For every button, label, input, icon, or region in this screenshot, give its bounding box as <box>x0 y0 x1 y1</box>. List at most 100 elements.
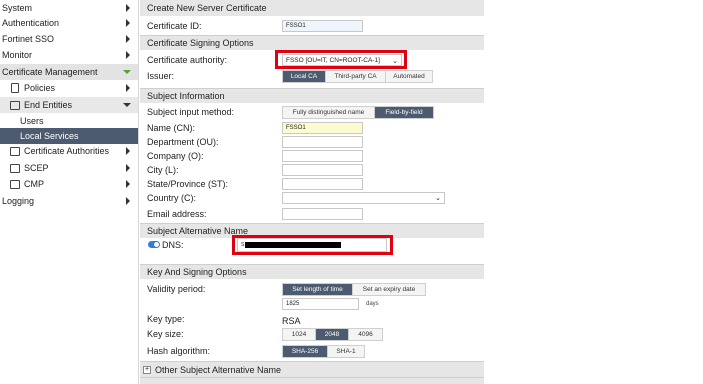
validity-segmented: Set length of time Set an expiry date <box>282 283 426 296</box>
state-label: State/Province (ST): <box>147 179 229 189</box>
company-input[interactable] <box>282 150 363 162</box>
user-card-icon <box>10 101 20 110</box>
city-input[interactable] <box>282 164 363 176</box>
issuer-segmented: Local CA Third-party CA Automated <box>282 70 433 83</box>
dns-toggle[interactable] <box>148 241 160 248</box>
sidebar-item-monitor[interactable]: Monitor <box>0 47 138 63</box>
sidebar-item-cmp[interactable]: CMP <box>0 176 138 192</box>
sidebar-item-label: System <box>2 3 33 13</box>
form-title: Create New Server Certificate <box>140 0 484 16</box>
chevron-right-icon <box>126 197 130 205</box>
country-label: Country (C): <box>147 193 197 203</box>
certificate-authority-label: Certificate authority: <box>147 55 228 65</box>
input-method-field-by-field[interactable]: Field-by-field <box>375 107 433 118</box>
email-input[interactable] <box>282 208 363 220</box>
document-icon <box>11 83 19 93</box>
issuer-automated[interactable]: Automated <box>386 71 432 82</box>
sidebar-item-label: Policies <box>24 83 56 93</box>
chevron-down-icon: ⌄ <box>435 195 441 202</box>
country-select[interactable]: ⌄ <box>282 192 445 204</box>
chevron-right-icon <box>126 51 130 59</box>
chevron-right-icon <box>126 147 130 155</box>
issuer-third-party-ca[interactable]: Third-party CA <box>326 71 386 82</box>
sidebar-item-label: Logging <box>2 196 35 206</box>
chevron-right-icon <box>126 35 130 43</box>
validity-unit: days <box>366 301 379 307</box>
highlight-box-dns <box>232 235 393 255</box>
sidebar-item-label: Certificate Management <box>2 67 98 77</box>
hash-algorithm-segmented: SHA-256 SHA-1 <box>282 345 365 358</box>
certificate-id-label: Certificate ID: <box>147 21 202 31</box>
sidebar-item-authentication[interactable]: Authentication <box>0 15 138 31</box>
sidebar-item-local-services[interactable]: Local Services <box>0 128 138 144</box>
scep-icon <box>10 164 20 173</box>
issuer-local-ca[interactable]: Local CA <box>283 71 326 82</box>
company-label: Company (O): <box>147 151 204 161</box>
footer-bar <box>140 377 484 384</box>
chevron-right-icon <box>126 164 130 172</box>
chevron-down-icon <box>123 103 131 107</box>
sidebar-item-users[interactable]: Users <box>0 113 138 129</box>
certificate-id-input[interactable]: FSSO1 <box>282 20 363 32</box>
sidebar-item-certificate-management[interactable]: Certificate Management <box>0 64 138 80</box>
highlight-box-ca <box>275 50 407 69</box>
key-type-value: RSA <box>282 316 301 326</box>
sidebar-item-label: SCEP <box>24 163 49 173</box>
sidebar-item-scep[interactable]: SCEP <box>0 160 138 176</box>
chevron-right-icon <box>126 4 130 12</box>
sidebar-item-logging[interactable]: Logging <box>0 193 138 209</box>
state-input[interactable] <box>282 178 363 190</box>
sidebar-item-label: Fortinet SSO <box>2 34 55 44</box>
key-size-segmented: 1024 2048 4096 <box>282 328 383 341</box>
hash-sha256[interactable]: SHA-256 <box>283 346 328 357</box>
sidebar-item-system[interactable]: System <box>0 0 138 16</box>
subject-input-method-segmented: Fully distinguished name Field-by-field <box>282 106 434 119</box>
sidebar-item-label: CMP <box>24 179 44 189</box>
issuer-label: Issuer: <box>147 71 175 81</box>
sidebar-item-label: Authentication <box>2 18 60 28</box>
chevron-right-icon <box>126 19 130 27</box>
chevron-down-icon <box>123 70 131 74</box>
validity-period-label: Validity period: <box>147 284 206 294</box>
sidebar-item-label: Users <box>20 116 44 126</box>
email-label: Email address: <box>147 209 207 219</box>
sidebar-item-label: Certificate Authorities <box>24 146 110 156</box>
key-size-label: Key size: <box>147 329 184 339</box>
certificate-icon <box>10 147 20 156</box>
sidebar: System Authentication Fortinet SSO Monit… <box>0 0 139 384</box>
hash-sha1[interactable]: SHA-1 <box>328 346 364 357</box>
certificate-form: Create New Server Certificate Certificat… <box>140 0 484 384</box>
cmp-icon <box>10 180 20 189</box>
dns-label: DNS: <box>162 240 184 250</box>
key-size-1024[interactable]: 1024 <box>283 329 316 340</box>
toggle-knob <box>154 242 159 247</box>
chevron-right-icon <box>126 180 130 188</box>
key-size-2048[interactable]: 2048 <box>316 329 349 340</box>
subject-information-header: Subject Information <box>140 88 484 103</box>
expand-icon[interactable]: + <box>143 365 151 374</box>
sidebar-item-label: End Entities <box>24 100 73 110</box>
signing-options-header: Certificate Signing Options <box>140 35 484 50</box>
chevron-right-icon <box>126 84 130 92</box>
validity-days-input[interactable]: 1825 <box>282 298 359 310</box>
other-san-header[interactable]: + Other Subject Alternative Name <box>140 361 484 377</box>
input-method-fully-distinguished[interactable]: Fully distinguished name <box>283 107 375 118</box>
city-label: City (L): <box>147 165 179 175</box>
subject-input-method-label: Subject input method: <box>147 107 235 117</box>
key-size-4096[interactable]: 4096 <box>349 329 382 340</box>
sidebar-item-label: Local Services <box>20 131 79 141</box>
validity-set-expiry[interactable]: Set an expiry date <box>353 284 425 295</box>
sidebar-item-certificate-authorities[interactable]: Certificate Authorities <box>0 143 138 159</box>
sidebar-item-label: Monitor <box>2 50 33 60</box>
name-cn-label: Name (CN): <box>147 123 196 133</box>
validity-set-length[interactable]: Set length of time <box>283 284 353 295</box>
key-signing-options-header: Key And Signing Options <box>140 264 484 279</box>
department-label: Department (OU): <box>147 137 219 147</box>
key-type-label: Key type: <box>147 314 185 324</box>
department-input[interactable] <box>282 136 363 148</box>
hash-algorithm-label: Hash algorithm: <box>147 346 211 356</box>
sidebar-item-fortinet-sso[interactable]: Fortinet SSO <box>0 31 138 47</box>
name-cn-input[interactable]: FSSO1 <box>282 122 363 134</box>
sidebar-item-end-entities[interactable]: End Entities <box>0 97 138 113</box>
sidebar-item-policies[interactable]: Policies <box>0 80 138 96</box>
